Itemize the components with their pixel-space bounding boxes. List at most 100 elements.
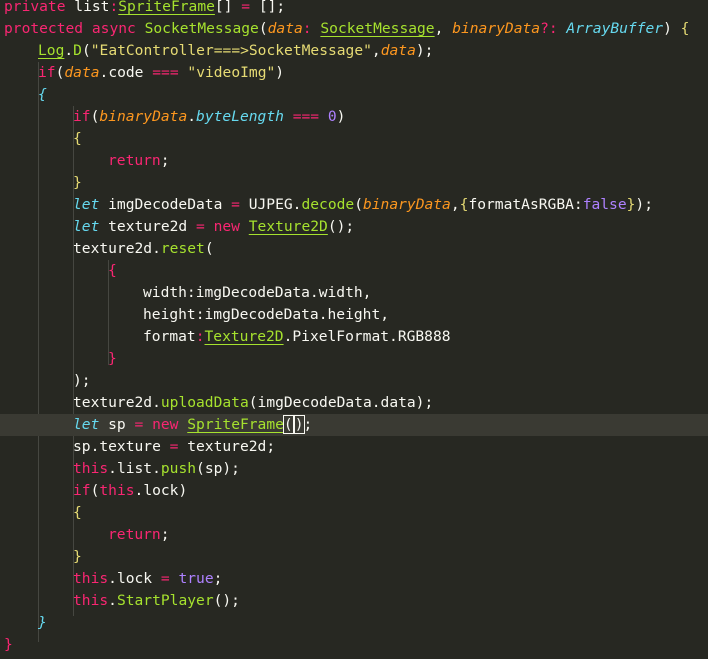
code-token: this	[73, 570, 109, 587]
code-token: StartPlayer	[116, 592, 214, 609]
code-token: imgDecodeData	[99, 196, 232, 213]
code-token: Texture2D	[204, 328, 284, 345]
code-line[interactable]: }	[0, 612, 708, 634]
code-token: (	[258, 20, 268, 37]
code-text: if(this.lock)	[73, 480, 187, 502]
current-code-line[interactable]: let sp = new SpriteFrame();	[0, 414, 708, 436]
code-token: (	[282, 415, 294, 434]
code-line[interactable]: if(this.lock)	[0, 480, 708, 502]
code-token: ();	[327, 218, 355, 235]
code-token: :	[302, 20, 321, 37]
code-token: [];	[250, 0, 286, 15]
code-token: .lock)	[134, 482, 188, 499]
code-line[interactable]: Log.D("EatController===>SocketMessage",d…	[0, 40, 708, 62]
code-text: Log.D("EatController===>SocketMessage",d…	[38, 40, 433, 62]
code-line[interactable]: protected async SocketMessage(data: Sock…	[0, 18, 708, 40]
code-token: .	[187, 108, 197, 125]
code-token: new	[152, 416, 179, 433]
code-editor[interactable]: private list:SpriteFrame[] = []; protecte…	[0, 0, 708, 659]
code-line[interactable]: return;	[0, 524, 708, 546]
code-token: {	[73, 130, 82, 147]
code-line[interactable]: height:imgDecodeData.height,	[0, 304, 708, 326]
code-token: }	[38, 614, 47, 631]
code-line[interactable]: {	[0, 84, 708, 106]
code-token: (sp);	[196, 460, 240, 477]
code-token: (	[204, 240, 214, 257]
code-token: this	[73, 592, 109, 609]
code-token: {	[108, 262, 117, 279]
code-token: texture2d	[99, 218, 197, 235]
code-token: );	[635, 196, 653, 213]
code-token: this	[99, 482, 135, 499]
code-line[interactable]: width:imgDecodeData.width,	[0, 282, 708, 304]
code-line[interactable]: }	[0, 634, 708, 656]
code-line[interactable]: );	[0, 370, 708, 392]
code-line[interactable]: {	[0, 260, 708, 282]
code-line[interactable]: let texture2d = new Texture2D();	[0, 216, 708, 238]
code-text: let sp = new SpriteFrame();	[73, 414, 312, 436]
code-line[interactable]: }	[0, 546, 708, 568]
code-text: {	[38, 84, 47, 106]
code-line[interactable]: texture2d.uploadData(imgDecodeData.data)…	[0, 392, 708, 414]
code-token: ;	[160, 152, 170, 169]
code-token: ,	[371, 42, 381, 59]
code-token: D	[73, 42, 82, 59]
code-token: texture2d.	[73, 394, 161, 411]
code-token: ===	[292, 108, 320, 125]
code-text: {	[73, 502, 82, 524]
code-token: .	[64, 42, 74, 59]
code-token: ;	[160, 526, 170, 543]
code-token: sp.texture	[73, 438, 170, 455]
code-token: }	[108, 350, 117, 367]
code-text: }	[4, 634, 13, 656]
code-text: texture2d.uploadData(imgDecodeData.data)…	[73, 392, 433, 414]
code-line[interactable]: }	[0, 348, 708, 370]
code-line[interactable]: this.lock = true;	[0, 568, 708, 590]
code-text: height:imgDecodeData.height,	[143, 304, 389, 326]
code-line[interactable]: return;	[0, 150, 708, 172]
code-line[interactable]: if(data.code === "videoImg")	[0, 62, 708, 84]
code-line[interactable]: {	[0, 502, 708, 524]
code-line[interactable]: sp.texture = texture2d;	[0, 436, 708, 458]
code-line[interactable]: this.list.push(sp);	[0, 458, 708, 480]
code-token: if	[73, 108, 91, 125]
code-token: this	[73, 460, 109, 477]
code-token: width:imgDecodeData.width,	[143, 284, 372, 301]
code-token: ();	[213, 592, 240, 609]
code-token: ===	[152, 64, 179, 81]
code-token: return	[108, 526, 161, 543]
code-token: }	[73, 548, 82, 565]
code-token: );	[415, 42, 434, 59]
code-line[interactable]: private list:SpriteFrame[] = [];	[0, 0, 708, 18]
code-token: list	[65, 0, 110, 15]
code-token: :	[109, 0, 119, 15]
code-token: }	[4, 636, 13, 653]
code-token: protected	[4, 20, 84, 37]
code-token: (	[81, 42, 91, 59]
code-line[interactable]: this.StartPlayer();	[0, 590, 708, 612]
code-text: private list:SpriteFrame[] = [];	[4, 0, 285, 18]
code-token: let	[73, 218, 100, 235]
code-line[interactable]: let imgDecodeData = UJPEG.decode(binaryD…	[0, 194, 708, 216]
code-token: let	[73, 416, 100, 433]
code-token: .lock	[108, 570, 161, 587]
code-text: this.list.push(sp);	[73, 458, 240, 480]
code-line[interactable]: {	[0, 128, 708, 150]
code-token: []	[214, 0, 242, 15]
code-text: format:Texture2D.PixelFormat.RGB888	[143, 326, 451, 348]
code-line[interactable]: texture2d.reset(	[0, 238, 708, 260]
code-token: decode	[301, 196, 355, 213]
code-token: format	[143, 328, 196, 345]
code-line[interactable]: if(binaryData.byteLength === 0)	[0, 106, 708, 128]
code-token: .code	[99, 64, 153, 81]
code-token: (	[354, 196, 363, 213]
code-line[interactable]: format:Texture2D.PixelFormat.RGB888	[0, 326, 708, 348]
code-line[interactable]: }	[0, 172, 708, 194]
code-token: .list.	[108, 460, 161, 477]
code-text: let texture2d = new Texture2D();	[73, 216, 354, 238]
code-text: }	[108, 348, 117, 370]
code-token: false	[582, 196, 627, 213]
